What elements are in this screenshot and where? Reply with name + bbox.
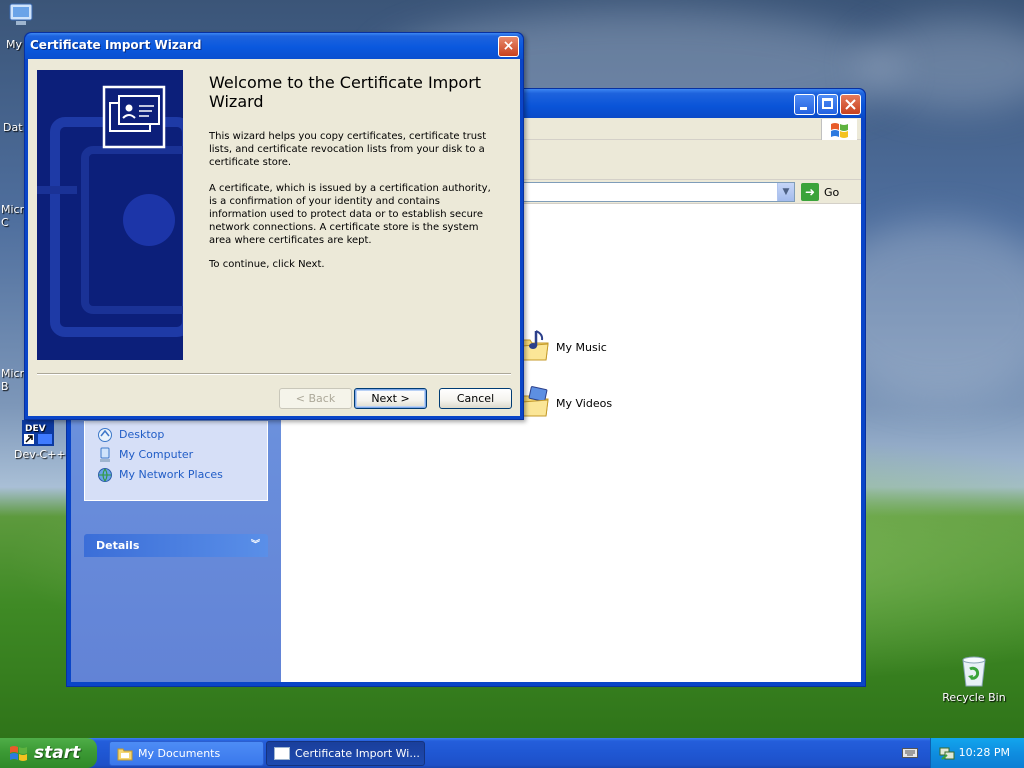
certificate-import-wizard-dialog[interactable]: Certificate Import Wizard × Welcome to t… — [24, 32, 524, 420]
details-header-label: Details — [96, 539, 140, 552]
wizard-titlebar[interactable]: Certificate Import Wizard × — [25, 33, 523, 59]
task-button-label: Certificate Import Wi... — [295, 747, 420, 760]
desktop-icon-label: Micro C — [1, 203, 24, 229]
folder-label: My Music — [556, 341, 607, 354]
minimize-button[interactable] — [794, 94, 815, 115]
task-button-my-documents[interactable]: My Documents — [109, 741, 264, 766]
maximize-icon — [822, 98, 833, 109]
wizard-separator — [37, 373, 511, 375]
pane-link-network-places[interactable]: My Network Places — [95, 466, 223, 484]
start-label: start — [34, 743, 81, 763]
wizard-client-area: Welcome to the Certificate Import Wizard… — [28, 59, 520, 416]
wizard-heading: Welcome to the Certificate Import Wizard — [209, 73, 482, 111]
keyboard-icon[interactable] — [902, 746, 918, 760]
wizard-paragraph: To continue, click Next. — [209, 259, 325, 270]
folder-label: My Videos — [556, 397, 613, 410]
go-button[interactable]: ➜ Go — [801, 183, 851, 201]
folder-my-music[interactable]: My Music — [518, 326, 607, 370]
minimize-icon — [800, 107, 807, 110]
wizard-close-button[interactable]: × — [498, 36, 519, 57]
wizard-paragraph: A certificate, which is issued by a cert… — [209, 183, 491, 246]
clock[interactable]: 10:28 PM — [959, 746, 1010, 759]
go-arrow-icon: ➜ — [801, 183, 819, 201]
cancel-button[interactable]: Cancel — [439, 388, 512, 409]
system-tray: 10:28 PM — [930, 738, 1024, 768]
network-places-icon — [98, 468, 112, 482]
folder-my-videos[interactable]: My Videos — [518, 382, 612, 426]
next-button[interactable]: Next > — [354, 388, 427, 409]
dev-cpp-icon: DEV — [22, 420, 54, 446]
chevron-down-icon: ▼ — [782, 187, 790, 197]
windows-flag-icon — [10, 746, 27, 761]
desktop-icon-label: Dev-C++ — [14, 448, 66, 461]
pane-link-label: My Network Places — [119, 468, 223, 481]
cloud — [860, 20, 1024, 110]
pane-link-label: My Computer — [119, 448, 194, 461]
desktop-icon-dev-cpp[interactable]: DEV Dev-C++ — [0, 420, 76, 461]
details-header[interactable]: Details ︾ — [84, 534, 268, 557]
pane-link-desktop[interactable]: Desktop — [95, 426, 164, 444]
desktop-icon-label: My — [6, 38, 23, 51]
folder-icon — [117, 748, 133, 761]
recycle-bin-icon — [962, 656, 986, 687]
chevron-down-icon[interactable]: ︾ — [249, 539, 262, 552]
address-dropdown-button[interactable]: ▼ — [777, 183, 794, 201]
wizard-banner — [37, 70, 183, 360]
wizard-title: Certificate Import Wizard — [30, 38, 202, 52]
maximize-button[interactable] — [817, 94, 838, 115]
back-button[interactable]: < Back — [279, 388, 352, 409]
task-button-label: My Documents — [138, 747, 221, 760]
go-label: Go — [824, 186, 840, 199]
other-places-list: Desktop My Computer My Network Places — [84, 421, 268, 501]
desktop-icon-my-documents[interactable] — [0, 2, 40, 35]
my-documents-icon — [9, 3, 33, 25]
svg-text:DEV: DEV — [25, 424, 46, 434]
start-button[interactable]: start — [0, 738, 97, 768]
pane-link-label: Desktop — [119, 428, 165, 441]
window-icon — [274, 747, 290, 760]
desktop-icon-label: Micro B — [1, 367, 24, 393]
desktop-icon — [98, 428, 112, 442]
network-status-icon[interactable] — [939, 745, 955, 761]
desktop-icon-recycle-bin[interactable]: Recycle Bin — [936, 656, 1012, 704]
wizard-paragraph: This wizard helps you copy certificates,… — [209, 131, 487, 168]
certificate-banner-art — [37, 70, 183, 360]
windows-logo — [821, 119, 857, 140]
taskbar: start My Documents Certificate Import Wi… — [0, 738, 1024, 768]
close-icon: × — [502, 38, 515, 54]
close-button[interactable] — [840, 94, 861, 115]
desktop-icon-label: Recycle Bin — [942, 691, 1006, 704]
desktop-icon-label: Dat — [3, 121, 23, 134]
my-computer-icon — [100, 447, 110, 462]
close-icon — [845, 99, 856, 110]
task-button-certificate-wizard[interactable]: Certificate Import Wi... — [266, 741, 425, 766]
pane-link-my-computer[interactable]: My Computer — [95, 446, 193, 464]
windows-flag-icon — [831, 123, 848, 138]
